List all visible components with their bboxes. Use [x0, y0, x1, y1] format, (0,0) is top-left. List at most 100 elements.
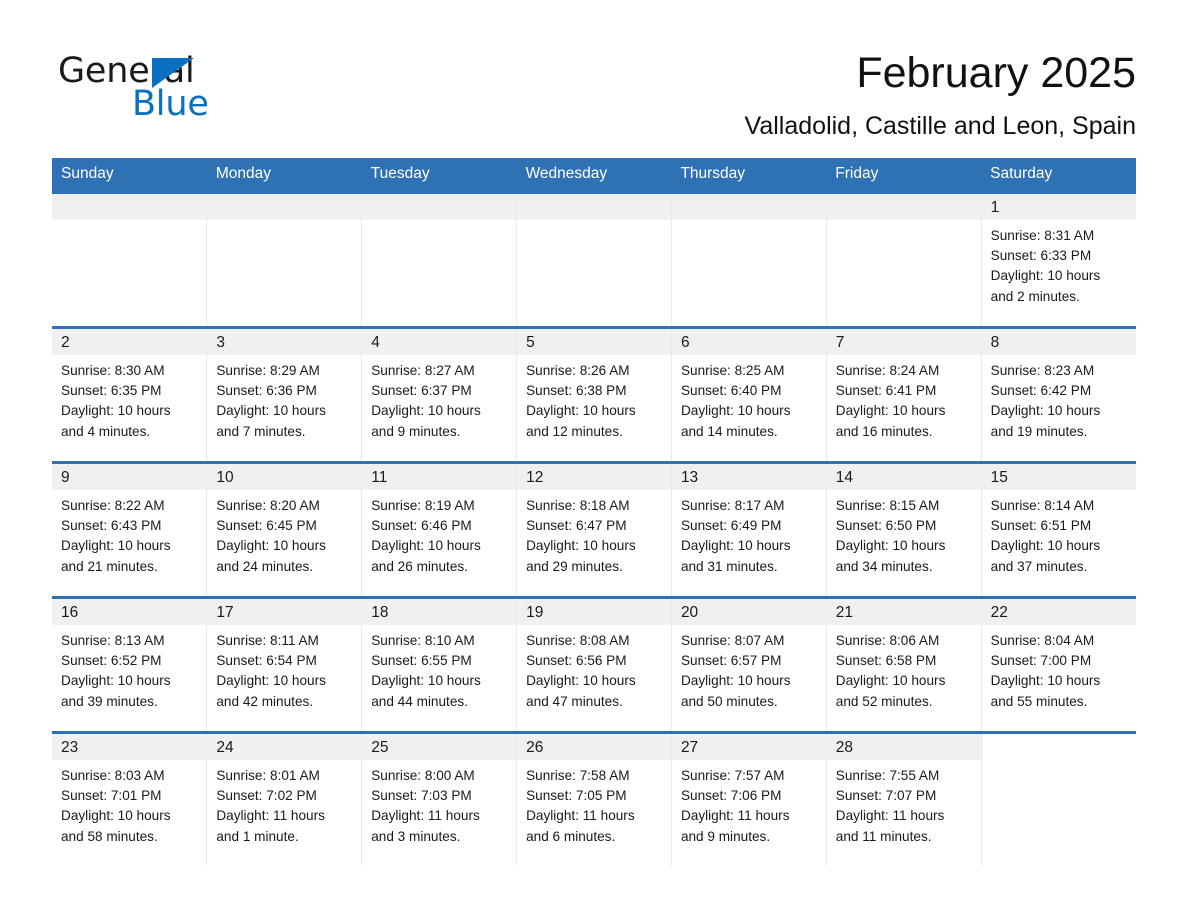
calendar-day-cell[interactable]: 10 Sunrise: 8:20 AM Sunset: 6:45 PM Dayligh… — [206, 461, 363, 598]
daylight-duration-line2: and 24 minutes. — [216, 558, 314, 574]
calendar-day-cell[interactable]: 19 Sunrise: 8:08 AM Sunset: 6:56 PM Dayligh… — [516, 596, 672, 733]
calendar-day-cell[interactable]: 9 Sunrise: 8:22 AM Sunset: 6:43 PM Daylight… — [52, 461, 208, 598]
day-details: Sunrise: 8:04 AM Sunset: 7:00 PM Daylight:… — [982, 625, 1136, 712]
sunrise-sunset-calendar-table: Sunday Monday Tuesday Wednesday Thursday… — [52, 158, 1137, 866]
daylight-duration-line1: Daylight: 10 hours — [371, 673, 481, 689]
calendar-day-cell[interactable]: 18 Sunrise: 8:10 AM Sunset: 6:55 PM Dayligh… — [361, 596, 518, 733]
day-number: 6 — [671, 329, 826, 355]
sunrise-time: Sunrise: 7:55 AM — [835, 768, 940, 783]
daylight-duration-line1: Daylight: 10 hours — [61, 673, 171, 689]
daylight-duration-line1: Daylight: 10 hours — [526, 403, 636, 419]
sunrise-time: Sunrise: 7:57 AM — [680, 768, 785, 783]
day-number — [981, 734, 1137, 760]
day-cell-inner: 16 Sunrise: 8:13 AM Sunset: 6:52 PM Dayligh… — [52, 599, 207, 731]
day-cell-inner — [826, 194, 981, 326]
daylight-duration-line2: and 9 minutes. — [680, 828, 771, 844]
sunset-time: Sunset: 6:36 PM — [216, 383, 317, 399]
calendar-day-cell[interactable]: 5 Sunrise: 8:26 AM Sunset: 6:38 PM Daylight… — [516, 326, 672, 463]
calendar-day-cell[interactable]: 22 Sunrise: 8:04 AM Sunset: 7:00 PM Dayligh… — [980, 596, 1137, 733]
calendar-day-cell[interactable]: 8 Sunrise: 8:23 AM Sunset: 6:42 PM Daylight… — [980, 326, 1137, 463]
calendar-day-cell[interactable]: 11 Sunrise: 8:19 AM Sunset: 6:46 PM Dayligh… — [361, 461, 518, 598]
calendar-day-cell[interactable]: 3 Sunrise: 8:29 AM Sunset: 6:36 PM Daylight… — [206, 326, 363, 463]
calendar-day-cell[interactable]: 14 Sunrise: 8:15 AM Sunset: 6:50 PM Dayligh… — [825, 461, 982, 598]
calendar-week-row: 16 Sunrise: 8:13 AM Sunset: 6:52 PM Dayligh… — [52, 596, 1137, 733]
day-number: 24 — [207, 734, 362, 760]
sunset-time: Sunset: 6:58 PM — [835, 653, 937, 669]
daylight-duration-line2: and 44 minutes. — [371, 693, 468, 709]
day-cell-inner: 3 Sunrise: 8:29 AM Sunset: 6:36 PM Daylight… — [207, 329, 362, 461]
calendar-day-cell[interactable]: 21 Sunrise: 8:06 AM Sunset: 6:58 PM Dayligh… — [825, 596, 982, 733]
calendar-day-cell[interactable]: 12 Sunrise: 8:18 AM Sunset: 6:47 PM Dayligh… — [516, 461, 672, 598]
day-number: 16 — [52, 599, 207, 625]
day-details: Sunrise: 8:31 AM Sunset: 6:33 PM Daylight:… — [982, 220, 1136, 307]
day-cell-inner: 20 Sunrise: 8:07 AM Sunset: 6:57 PM Dayligh… — [671, 599, 826, 731]
day-details: Sunrise: 8:20 AM Sunset: 6:45 PM Daylight:… — [207, 490, 361, 577]
weekday-header-tuesday: Tuesday — [361, 158, 517, 193]
day-details: Sunrise: 8:07 AM Sunset: 6:57 PM Daylight:… — [672, 625, 826, 712]
calendar-week-row: 9 Sunrise: 8:22 AM Sunset: 6:43 PM Daylight… — [52, 461, 1137, 598]
daylight-duration-line2: and 55 minutes. — [990, 693, 1088, 709]
calendar-day-cell[interactable]: 27 Sunrise: 7:57 AM Sunset: 7:06 PM Dayligh… — [670, 731, 827, 866]
sunset-time: Sunset: 6:47 PM — [526, 518, 627, 534]
daylight-duration-line2: and 4 minutes. — [61, 423, 151, 439]
calendar-day-cell[interactable]: 17 Sunrise: 8:11 AM Sunset: 6:54 PM Dayligh… — [206, 596, 363, 733]
page-title: February 2025 — [856, 49, 1136, 97]
daylight-duration-line2: and 34 minutes. — [835, 558, 933, 574]
daylight-duration-line2: and 9 minutes. — [371, 423, 461, 439]
calendar-day-cell[interactable]: 28 Sunrise: 7:55 AM Sunset: 7:07 PM Dayligh… — [825, 731, 982, 866]
day-cell-inner: 8 Sunrise: 8:23 AM Sunset: 6:42 PM Daylight… — [981, 329, 1137, 461]
sunset-time: Sunset: 6:57 PM — [680, 653, 782, 669]
daylight-duration-line2: and 16 minutes. — [835, 423, 933, 439]
calendar-day-cell[interactable]: 2 Sunrise: 8:30 AM Sunset: 6:35 PM Daylight… — [52, 326, 208, 463]
sunset-time: Sunset: 6:37 PM — [371, 383, 472, 399]
day-number: 13 — [671, 464, 826, 490]
calendar-day-cell[interactable]: 23 Sunrise: 8:03 AM Sunset: 7:01 PM Dayligh… — [52, 731, 208, 866]
day-number: 26 — [517, 734, 671, 760]
daylight-duration-line1: Daylight: 11 hours — [216, 808, 325, 824]
calendar-day-cell[interactable]: 16 Sunrise: 8:13 AM Sunset: 6:52 PM Dayligh… — [52, 596, 208, 733]
sunrise-time: Sunrise: 8:23 AM — [990, 363, 1095, 378]
sunset-time: Sunset: 7:03 PM — [371, 788, 472, 804]
calendar-day-cell[interactable]: 4 Sunrise: 8:27 AM Sunset: 6:37 PM Daylight… — [361, 326, 518, 463]
day-number: 17 — [207, 599, 362, 625]
day-cell-inner: 23 Sunrise: 8:03 AM Sunset: 7:01 PM Dayligh… — [52, 734, 207, 866]
calendar-day-cell-empty — [980, 731, 1137, 866]
title-block: February 2025 Valladolid, Castille and L… — [356, 47, 1136, 141]
day-details: Sunrise: 8:08 AM Sunset: 6:56 PM Daylight:… — [517, 625, 671, 712]
calendar-day-cell[interactable]: 24 Sunrise: 8:01 AM Sunset: 7:02 PM Dayligh… — [206, 731, 363, 866]
sunset-time: Sunset: 7:07 PM — [835, 788, 937, 804]
day-number — [52, 194, 207, 220]
general-blue-logo: General Blue — [58, 52, 398, 132]
calendar-day-cell[interactable]: 13 Sunrise: 8:17 AM Sunset: 6:49 PM Dayligh… — [670, 461, 827, 598]
day-number: 27 — [671, 734, 826, 760]
weekday-header-thursday: Thursday — [671, 158, 827, 193]
sunset-time: Sunset: 6:45 PM — [216, 518, 317, 534]
calendar-day-cell[interactable]: 6 Sunrise: 8:25 AM Sunset: 6:40 PM Daylight… — [670, 326, 827, 463]
day-details: Sunrise: 8:06 AM Sunset: 6:58 PM Daylight:… — [827, 625, 981, 712]
calendar-day-cell[interactable]: 20 Sunrise: 8:07 AM Sunset: 6:57 PM Dayligh… — [670, 596, 827, 733]
calendar-day-cell[interactable]: 7 Sunrise: 8:24 AM Sunset: 6:41 PM Daylight… — [825, 326, 982, 463]
sunrise-time: Sunrise: 7:58 AM — [526, 768, 630, 783]
day-cell-inner: 1 Sunrise: 8:31 AM Sunset: 6:33 PM Daylight… — [981, 194, 1137, 326]
day-details: Sunrise: 8:13 AM Sunset: 6:52 PM Daylight:… — [52, 625, 206, 712]
weekday-header-sunday: Sunday — [52, 158, 207, 193]
sunset-time: Sunset: 6:43 PM — [61, 518, 162, 534]
calendar-day-cell[interactable]: 1 Sunrise: 8:31 AM Sunset: 6:33 PM Daylight… — [980, 191, 1137, 328]
day-cell-inner — [671, 194, 826, 326]
day-cell-inner: 2 Sunrise: 8:30 AM Sunset: 6:35 PM Daylight… — [52, 329, 207, 461]
sunset-time: Sunset: 6:33 PM — [990, 248, 1092, 264]
day-cell-inner — [207, 194, 362, 326]
daylight-duration-line1: Daylight: 10 hours — [61, 538, 171, 554]
sunrise-time: Sunrise: 8:01 AM — [216, 768, 320, 783]
sunrise-time: Sunrise: 8:00 AM — [371, 768, 475, 783]
sunrise-time: Sunrise: 8:13 AM — [61, 633, 165, 648]
calendar-day-cell[interactable]: 26 Sunrise: 7:58 AM Sunset: 7:05 PM Dayligh… — [516, 731, 672, 866]
calendar-page: General Blue February 2025 Valladolid, C… — [0, 0, 1188, 918]
calendar-day-cell[interactable]: 15 Sunrise: 8:14 AM Sunset: 6:51 PM Dayligh… — [980, 461, 1137, 598]
calendar-day-cell-empty — [361, 191, 518, 328]
weekday-header-friday: Friday — [826, 158, 982, 193]
sunrise-time: Sunrise: 8:06 AM — [835, 633, 940, 648]
day-cell-inner — [362, 194, 517, 326]
sunset-time: Sunset: 7:01 PM — [61, 788, 162, 804]
calendar-day-cell[interactable]: 25 Sunrise: 8:00 AM Sunset: 7:03 PM Dayligh… — [361, 731, 518, 866]
